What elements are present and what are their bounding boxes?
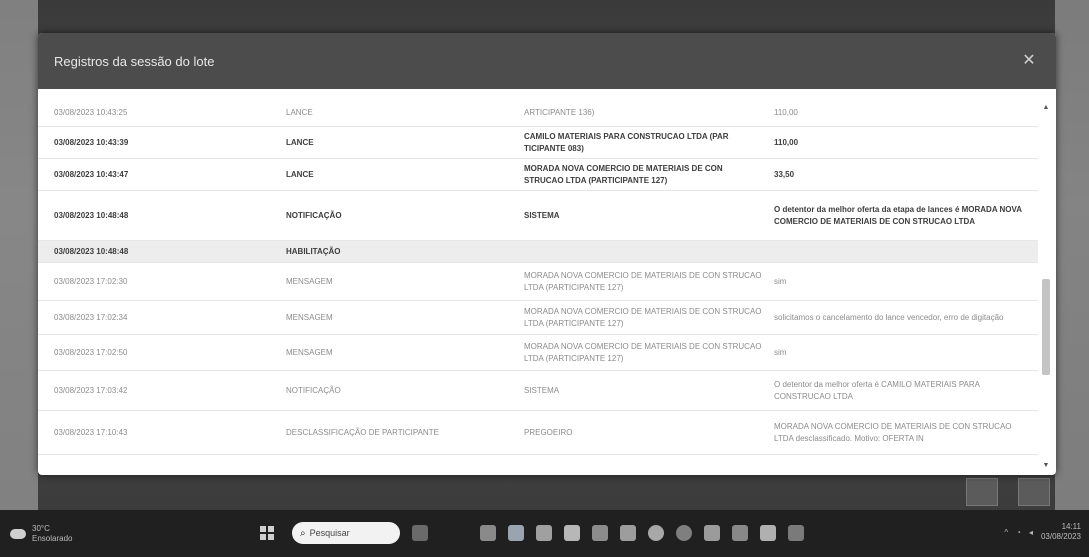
log-row: 03/08/2023 17:02:34 MENSAGEM MORADA NOVA C… — [38, 301, 1038, 335]
weather-temp: 30°C — [32, 524, 50, 533]
log-row: 03/08/2023 10:48:48 NOTIFICAÇÃO SISTEMA O d… — [38, 191, 1038, 241]
app-icon[interactable] — [760, 525, 776, 541]
log-row: 03/08/2023 10:43:47 LANCE MORADA NOVA COME… — [38, 159, 1038, 191]
weather-desc: Ensolarado — [32, 534, 73, 543]
log-row: 03/08/2023 10:43:39 LANCE CAMILO MATERIAIS… — [38, 127, 1038, 159]
scroll-up-icon[interactable]: ▲ — [1040, 103, 1052, 113]
chat-icon[interactable] — [508, 525, 524, 541]
log-participant: SISTEMA — [524, 210, 560, 220]
log-row: 03/08/2023 10:48:48 HABILITAÇÃO — [38, 241, 1038, 263]
mail-icon[interactable] — [620, 525, 636, 541]
log-type: DESCLASSIFICAÇÃO DE PARTICIPANTE — [286, 427, 439, 437]
log-type: LANCE — [286, 107, 313, 117]
background-button[interactable] — [966, 478, 998, 506]
log-type: LANCE — [286, 169, 314, 179]
taskbar: 30°C Ensolarado ⌕ Pesquisar ^ ◔ ◂ 14:11 … — [0, 510, 1089, 557]
windows-start-icon[interactable] — [260, 526, 274, 540]
log-type: NOTIFICAÇÃO — [286, 210, 342, 220]
clock[interactable]: 14:11 03/08/2023 — [1041, 522, 1081, 542]
clock-date: 03/08/2023 — [1040, 532, 1081, 541]
log-table: 03/08/2023 10:43:25 LANCE ARTICIPANTE 136)… — [38, 99, 1038, 475]
scrollbar-thumb[interactable] — [1042, 279, 1050, 375]
app-icon[interactable] — [412, 525, 428, 541]
log-date: 03/08/2023 17:02:50 — [54, 347, 128, 357]
log-row: 03/08/2023 17:02:30 MENSAGEM MORADA NOVA C… — [38, 263, 1038, 301]
log-type: LANCE — [286, 137, 314, 147]
task-view-icon[interactable] — [480, 525, 496, 541]
clock-time: 14:11 — [1061, 522, 1081, 531]
search-icon: ⌕ — [300, 527, 306, 539]
log-date: 03/08/2023 10:48:48 — [54, 210, 129, 220]
log-participant: MORADA NOVA COMERCIO DE MATERIAIS DE CON… — [524, 306, 762, 328]
log-row: 03/08/2023 17:02:50 MENSAGEM MORADA NOVA C… — [38, 335, 1038, 371]
log-date: 03/08/2023 10:43:47 — [54, 169, 129, 179]
chrome-icon[interactable] — [648, 525, 664, 541]
app-icon[interactable] — [676, 525, 692, 541]
log-type: HABILITAÇÃO — [286, 246, 341, 256]
background-button[interactable] — [1018, 478, 1050, 506]
modal-title: Registros da sessão do lote — [54, 53, 215, 69]
close-button[interactable]: ✕ — [1018, 50, 1040, 72]
log-participant: PREGOEIRO — [524, 427, 573, 437]
search-placeholder: Pesquisar — [309, 528, 350, 538]
volume-icon[interactable]: ◂ — [1029, 528, 1033, 537]
log-date: 03/08/2023 17:10:43 — [54, 427, 128, 437]
edge-icon[interactable] — [536, 525, 552, 541]
log-date: 03/08/2023 17:03:42 — [54, 385, 128, 395]
log-type: NOTIFICAÇÃO — [286, 385, 341, 395]
log-message: 33,50 — [774, 169, 795, 179]
app-icon[interactable] — [732, 525, 748, 541]
log-type: MENSAGEM — [286, 347, 333, 357]
log-participant: MORADA NOVA COMERCIO DE MATERIAIS DE CON… — [524, 270, 762, 292]
modal-header: Registros da sessão do lote ✕ — [38, 33, 1056, 89]
log-row: 03/08/2023 17:10:43 DESCLASSIFICAÇÃO DE P… — [38, 411, 1038, 455]
system-tray: ^ ◔ ◂ 14:11 03/08/2023 — [1004, 522, 1081, 542]
log-row: 03/08/2023 17:03:42 NOTIFICAÇÃO SISTEMA O d… — [38, 371, 1038, 411]
log-date: 03/08/2023 10:48:48 — [54, 246, 129, 256]
log-participant: MORADA NOVA COMERCIO DE MATERIAIS DE CON… — [524, 341, 762, 363]
store-icon[interactable] — [592, 525, 608, 541]
log-message: sim — [774, 276, 787, 286]
log-message: sim — [774, 347, 787, 357]
log-message: solicitamos o cancelamento do lance venc… — [774, 312, 1004, 322]
weather-widget[interactable]: 30°C Ensolarado — [10, 518, 90, 550]
log-date: 03/08/2023 17:02:30 — [54, 276, 128, 286]
log-date: 03/08/2023 10:43:25 — [54, 107, 128, 117]
log-message: O detentor da melhor oferta da etapa de … — [774, 204, 1022, 226]
background-panel-left — [0, 0, 38, 510]
log-row: 03/08/2023 10:43:25 LANCE ARTICIPANTE 136)… — [38, 99, 1038, 127]
log-message: 110,00 — [774, 137, 799, 147]
log-type: MENSAGEM — [286, 276, 333, 286]
log-message: MORADA NOVA COMERCIO DE MATERIAIS DE CON… — [774, 421, 1012, 443]
log-message: 110,00 — [774, 107, 798, 117]
cloud-icon — [10, 529, 26, 539]
chevron-up-icon[interactable]: ^ — [1004, 528, 1008, 537]
taskbar-search[interactable]: ⌕ Pesquisar — [292, 522, 400, 544]
session-log-modal: Registros da sessão do lote ✕ 03/08/2023… — [38, 33, 1056, 475]
wifi-icon[interactable]: ◔ — [1016, 528, 1021, 537]
background-panel-right — [1055, 0, 1089, 510]
log-date: 03/08/2023 17:02:34 — [54, 312, 128, 322]
app-icon[interactable] — [704, 525, 720, 541]
app-icon[interactable] — [788, 525, 804, 541]
log-type: MENSAGEM — [286, 312, 333, 322]
log-message: O detentor da melhor oferta é CAMILO MAT… — [774, 379, 980, 401]
log-participant: CAMILO MATERIAIS PARA CONSTRUCAO LTDA (P… — [524, 131, 729, 153]
log-participant: MORADA NOVA COMERCIO DE MATERIAIS DE CON… — [524, 163, 723, 185]
file-explorer-icon[interactable] — [564, 525, 580, 541]
scroll-down-icon[interactable]: ▼ — [1040, 461, 1052, 471]
log-participant: ARTICIPANTE 136) — [524, 107, 595, 117]
scrollbar[interactable]: ▲ ▼ — [1040, 103, 1052, 471]
log-date: 03/08/2023 10:43:39 — [54, 137, 129, 147]
log-participant: SISTEMA — [524, 385, 560, 395]
